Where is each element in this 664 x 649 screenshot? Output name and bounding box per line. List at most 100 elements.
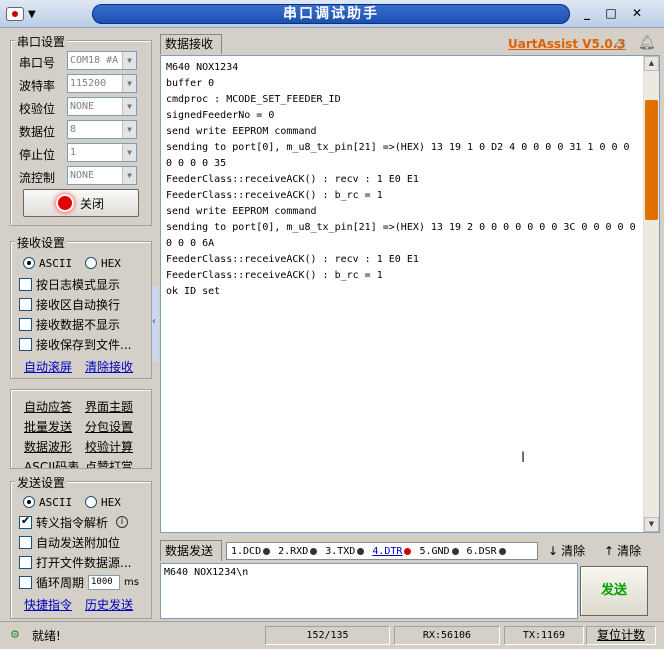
- bell-icon[interactable]: 🔔︎: [638, 35, 656, 51]
- status-counter: 152/135: [265, 626, 390, 645]
- checkbox-checked-icon: [19, 514, 32, 529]
- pin-led-icon: [451, 547, 459, 555]
- pin-label: 5.GND: [419, 545, 450, 557]
- auto-wrap-checkbox[interactable]: 接收区自动换行: [19, 296, 120, 312]
- chevron-down-icon: ▼: [122, 121, 136, 138]
- radio-unchecked-icon: [85, 496, 97, 508]
- history-link[interactable]: 历史发送: [85, 596, 133, 613]
- status-bar: ⚙ 就绪! 152/135 RX:56106 TX:1169 复位计数: [0, 621, 664, 649]
- auto-scroll-link[interactable]: 自动滚屏: [24, 358, 72, 375]
- donate-link[interactable]: 点赞打赏: [85, 458, 133, 468]
- recv-hex-radio[interactable]: HEX: [85, 255, 121, 271]
- info-icon[interactable]: i: [116, 516, 129, 528]
- radio-unchecked-icon: [85, 257, 97, 269]
- recv-ascii-radio[interactable]: ASCII: [23, 255, 72, 271]
- pin-label: 4.DTR: [372, 545, 403, 557]
- scroll-down-icon[interactable]: ▼: [644, 517, 659, 532]
- clear-recv-link[interactable]: 清除接收: [85, 358, 133, 375]
- send-hex-radio[interactable]: HEX: [85, 494, 121, 510]
- save-to-file-label: 接收保存到文件...: [36, 337, 132, 352]
- receive-text: M640 NOX1234 buffer 0 cmdproc : MCODE_SE…: [166, 62, 636, 297]
- send-input[interactable]: M640 NOX1234\n: [160, 563, 578, 619]
- system-menu[interactable]: ▼: [6, 5, 46, 23]
- reset-count-button[interactable]: 复位计数: [586, 626, 656, 645]
- escape-label: 转义指令解析: [36, 515, 109, 530]
- down-arrow-icon: ↓: [548, 543, 559, 558]
- pin-dsr: 6.DSR: [467, 546, 506, 557]
- cycle-checkbox[interactable]: 循环周期 1000 ms: [19, 574, 139, 590]
- recv-ascii-label: ASCII: [39, 256, 73, 270]
- close-window-button[interactable]: ✕: [626, 6, 648, 23]
- receive-area[interactable]: M640 NOX1234 buffer 0 cmdproc : MCODE_SE…: [160, 55, 660, 533]
- close-port-label: 关闭: [79, 196, 104, 211]
- pin-label: 6.DSR: [466, 545, 497, 557]
- close-port-button[interactable]: 关闭: [23, 189, 139, 217]
- diamond-icon[interactable]: ◇: [615, 37, 625, 52]
- app-record-icon: [6, 7, 24, 21]
- open-file-checkbox[interactable]: 打开文件数据源...: [19, 554, 131, 570]
- minimize-button[interactable]: _: [576, 6, 598, 23]
- chevron-down-icon: ▼: [122, 144, 136, 161]
- send-button[interactable]: 发送: [580, 566, 648, 616]
- chevron-down-icon: ▼: [122, 98, 136, 115]
- pin-txd: 3.TXD: [325, 545, 365, 557]
- send-tab-bar: 数据发送 1.DCD 2.RXD 3.TXD 4.DTR 5.GND 6.DSR…: [160, 540, 660, 562]
- parity-select[interactable]: NONE ▼: [67, 97, 137, 116]
- theme-link[interactable]: 界面主题: [85, 398, 133, 415]
- checkbox-icon: [19, 277, 32, 291]
- ascii-table-link[interactable]: ASCII码表: [24, 458, 79, 468]
- chevron-down-icon: ▼: [122, 75, 136, 92]
- maximize-button[interactable]: □: [600, 6, 622, 23]
- waveform-link[interactable]: 数据波形: [24, 438, 72, 455]
- flow-select[interactable]: NONE ▼: [67, 166, 137, 185]
- auto-append-checkbox[interactable]: 自动发送附加位: [19, 534, 120, 550]
- group-title: 接收设置: [15, 234, 68, 251]
- serial-settings-group: 串口设置 串口号 COM18 #A ▼ 波特率 115200 ▼ 校验位 NONE ▼…: [10, 33, 152, 226]
- save-to-file-checkbox[interactable]: 接收保存到文件...: [19, 336, 131, 352]
- flow-value: NONE: [70, 170, 95, 181]
- shortcut-link[interactable]: 快捷指令: [24, 596, 72, 613]
- log-mode-label: 按日志模式显示: [36, 277, 121, 292]
- batch-send-link[interactable]: 批量发送: [24, 418, 72, 435]
- baud-select[interactable]: 115200 ▼: [67, 74, 137, 93]
- pin-label: 3.TXD: [325, 545, 356, 557]
- auto-wrap-label: 接收区自动换行: [36, 297, 121, 312]
- clear-receive-button[interactable]: ↓ 清除: [548, 542, 585, 559]
- hide-data-checkbox[interactable]: 接收数据不显示: [19, 316, 120, 332]
- clear-send-button[interactable]: ↑ 清除: [604, 542, 641, 559]
- group-title: 串口设置: [15, 33, 68, 50]
- recv-hex-label: HEX: [101, 256, 121, 270]
- send-ascii-radio[interactable]: ASCII: [23, 494, 72, 510]
- cycle-input[interactable]: 1000: [88, 574, 121, 590]
- checksum-link[interactable]: 校验计算: [85, 438, 133, 455]
- auto-reply-link[interactable]: 自动应答: [24, 398, 72, 415]
- scroll-thumb[interactable]: [645, 100, 658, 220]
- tab-receive[interactable]: 数据接收: [160, 34, 222, 54]
- pin-gnd: 5.GND: [419, 545, 459, 557]
- packet-settings-link[interactable]: 分包设置: [85, 418, 133, 435]
- port-select[interactable]: COM18 #A ▼: [67, 51, 137, 70]
- log-mode-checkbox[interactable]: 按日志模式显示: [19, 276, 120, 292]
- databits-select[interactable]: 8 ▼: [67, 120, 137, 139]
- parity-label: 校验位: [19, 102, 56, 116]
- pin-dcd: 1.DCD: [231, 546, 271, 557]
- brand-link[interactable]: UartAssist V5.0.3: [508, 37, 626, 51]
- escape-checkbox[interactable]: 转义指令解析 i: [19, 514, 129, 530]
- status-icon: ⚙: [10, 628, 20, 641]
- tab-send[interactable]: 数据发送: [160, 540, 222, 561]
- stopbits-select[interactable]: 1 ▼: [67, 143, 137, 162]
- open-file-label: 打开文件数据源...: [36, 555, 132, 570]
- pin-status-strip: 1.DCD 2.RXD 3.TXD 4.DTR 5.GND 6.DSR: [226, 542, 538, 560]
- receive-scrollbar[interactable]: ▲ ▼: [643, 56, 659, 532]
- port-status-indicator-icon: [57, 196, 72, 210]
- pin-dtr[interactable]: 4.DTR: [372, 545, 412, 557]
- auto-append-label: 自动发送附加位: [36, 535, 121, 550]
- group-title: 发送设置: [15, 474, 68, 491]
- status-tx: TX:1169: [504, 626, 584, 645]
- scroll-up-icon[interactable]: ▲: [644, 56, 659, 71]
- panel-splitter[interactable]: ‹: [152, 286, 159, 362]
- status-ready: 就绪!: [32, 629, 61, 643]
- baud-label: 波特率: [19, 79, 56, 93]
- checkbox-icon: [19, 317, 32, 331]
- pin-led-icon: [404, 547, 412, 555]
